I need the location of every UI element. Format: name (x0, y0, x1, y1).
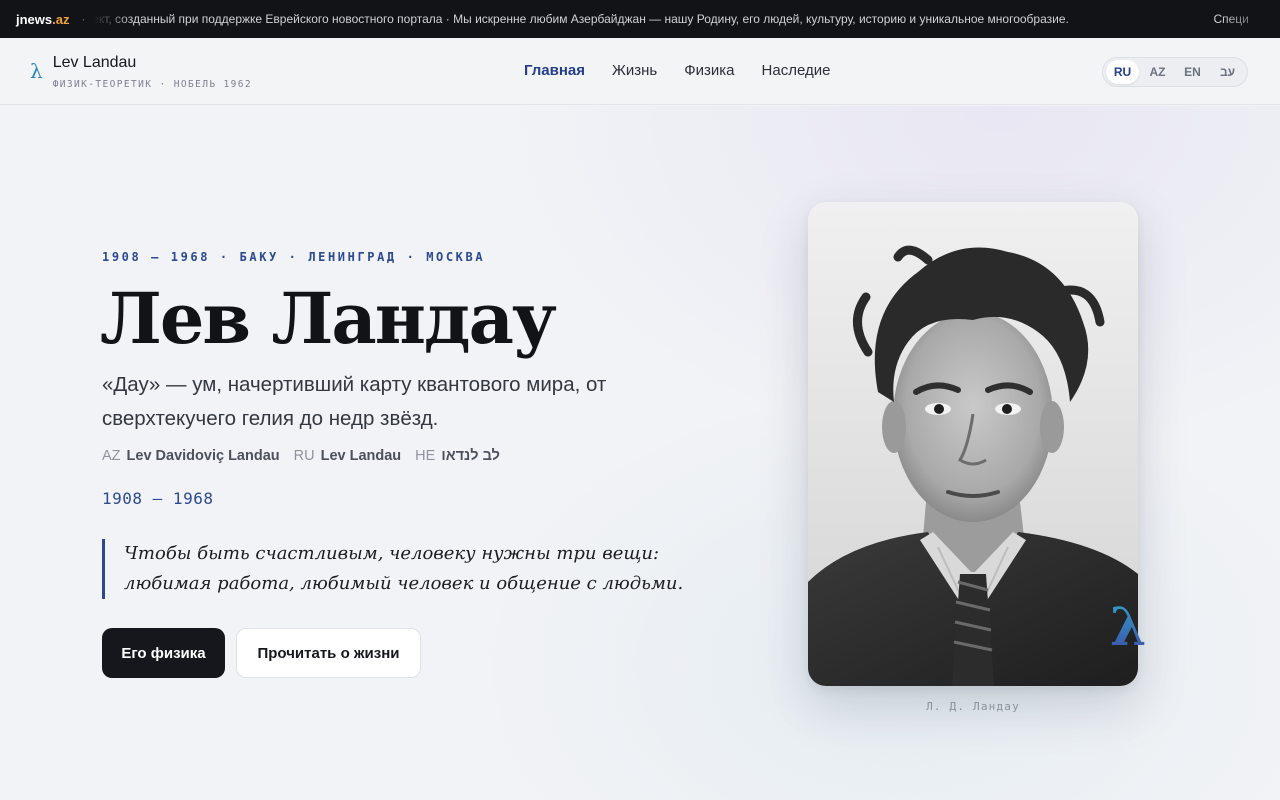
name-variant-he: HE לב לנדאו (415, 448, 500, 464)
jnews-logo-tld: .az (52, 11, 70, 27)
ticker-message: оект, созданный при поддержке Еврейского… (93, 12, 1069, 26)
nav-item-physics[interactable]: Физика (684, 62, 734, 79)
name-value: Lev Landau (320, 448, 402, 464)
landau-quote: Чтобы быть счастливым, человеку нужны тр… (102, 539, 702, 599)
nav-item-life[interactable]: Жизнь (612, 62, 657, 79)
name-code: HE (415, 448, 436, 464)
lambda-icon: λ (30, 59, 43, 83)
nav-item-home[interactable]: Главная (524, 62, 585, 79)
portrait-caption: Л. Д. Ландау (926, 700, 1020, 713)
hero-eyebrow: 1908 — 1968 · БАКУ · ЛЕНИНГРАД · МОСКВА (102, 250, 486, 264)
landau-portrait (808, 202, 1138, 686)
language-switcher: RU AZ EN עב (1102, 57, 1248, 87)
jnews-logo[interactable]: jnews .az (0, 0, 82, 38)
ticker-fade-right (1220, 0, 1280, 38)
hero-title: Лев Ландау (100, 277, 557, 360)
lang-option-he[interactable]: עב (1211, 60, 1244, 84)
name-value: לב לנדאו (441, 448, 500, 464)
name-code: AZ (102, 448, 121, 464)
site-name: Lev Landau (52, 54, 137, 71)
site-header: λ Lev Landau ФИЗИК-ТЕОРЕТИК · НОБЕЛЬ 196… (0, 38, 1280, 105)
name-value: Lev Davidoviç Landau (126, 448, 280, 464)
news-ticker: jnews .az · оект, созданный при поддержке… (0, 0, 1280, 38)
hero-lead: «Дау» — ум, начертивший карту квантового… (102, 373, 607, 430)
main-nav: Главная Жизнь Физика Наследие (524, 62, 830, 79)
ticker-track: оект, созданный при поддержке Еврейского… (93, 0, 1280, 38)
jnews-logo-main: jnews (16, 11, 53, 27)
life-years: 1908 — 1968 (102, 489, 214, 508)
name-variant-az: AZ Lev Davidoviç Landau (102, 448, 280, 464)
site-logo[interactable]: λ Lev Landau ФИЗИК-ТЕОРЕТИК · НОБЕЛЬ 196… (30, 53, 252, 90)
name-code: RU (293, 448, 315, 464)
logo-text: Lev Landau ФИЗИК-ТЕОРЕТИК · НОБЕЛЬ 1962 (53, 53, 252, 90)
read-life-button[interactable]: Прочитать о жизни (236, 628, 421, 678)
lambda-badge-icon: λ (1110, 597, 1147, 658)
site-tagline: ФИЗИК-ТЕОРЕТИК · НОБЕЛЬ 1962 (52, 79, 253, 90)
ticker-separator: · (81, 0, 94, 38)
hero-section: 1908 — 1968 · БАКУ · ЛЕНИНГРАД · МОСКВА … (0, 106, 1280, 800)
physics-button[interactable]: Его физика (102, 628, 225, 678)
name-variants: AZ Lev Davidoviç Landau RU Lev Landau HE… (102, 448, 500, 464)
nav-item-legacy[interactable]: Наследие (762, 62, 831, 79)
lang-option-en[interactable]: EN (1176, 60, 1209, 84)
name-variant-ru: RU Lev Landau (294, 448, 402, 464)
portrait-illustration (808, 202, 1138, 686)
ticker-fade-left (93, 0, 134, 38)
lang-option-ru[interactable]: RU (1106, 60, 1139, 84)
lang-option-az[interactable]: AZ (1141, 60, 1174, 84)
